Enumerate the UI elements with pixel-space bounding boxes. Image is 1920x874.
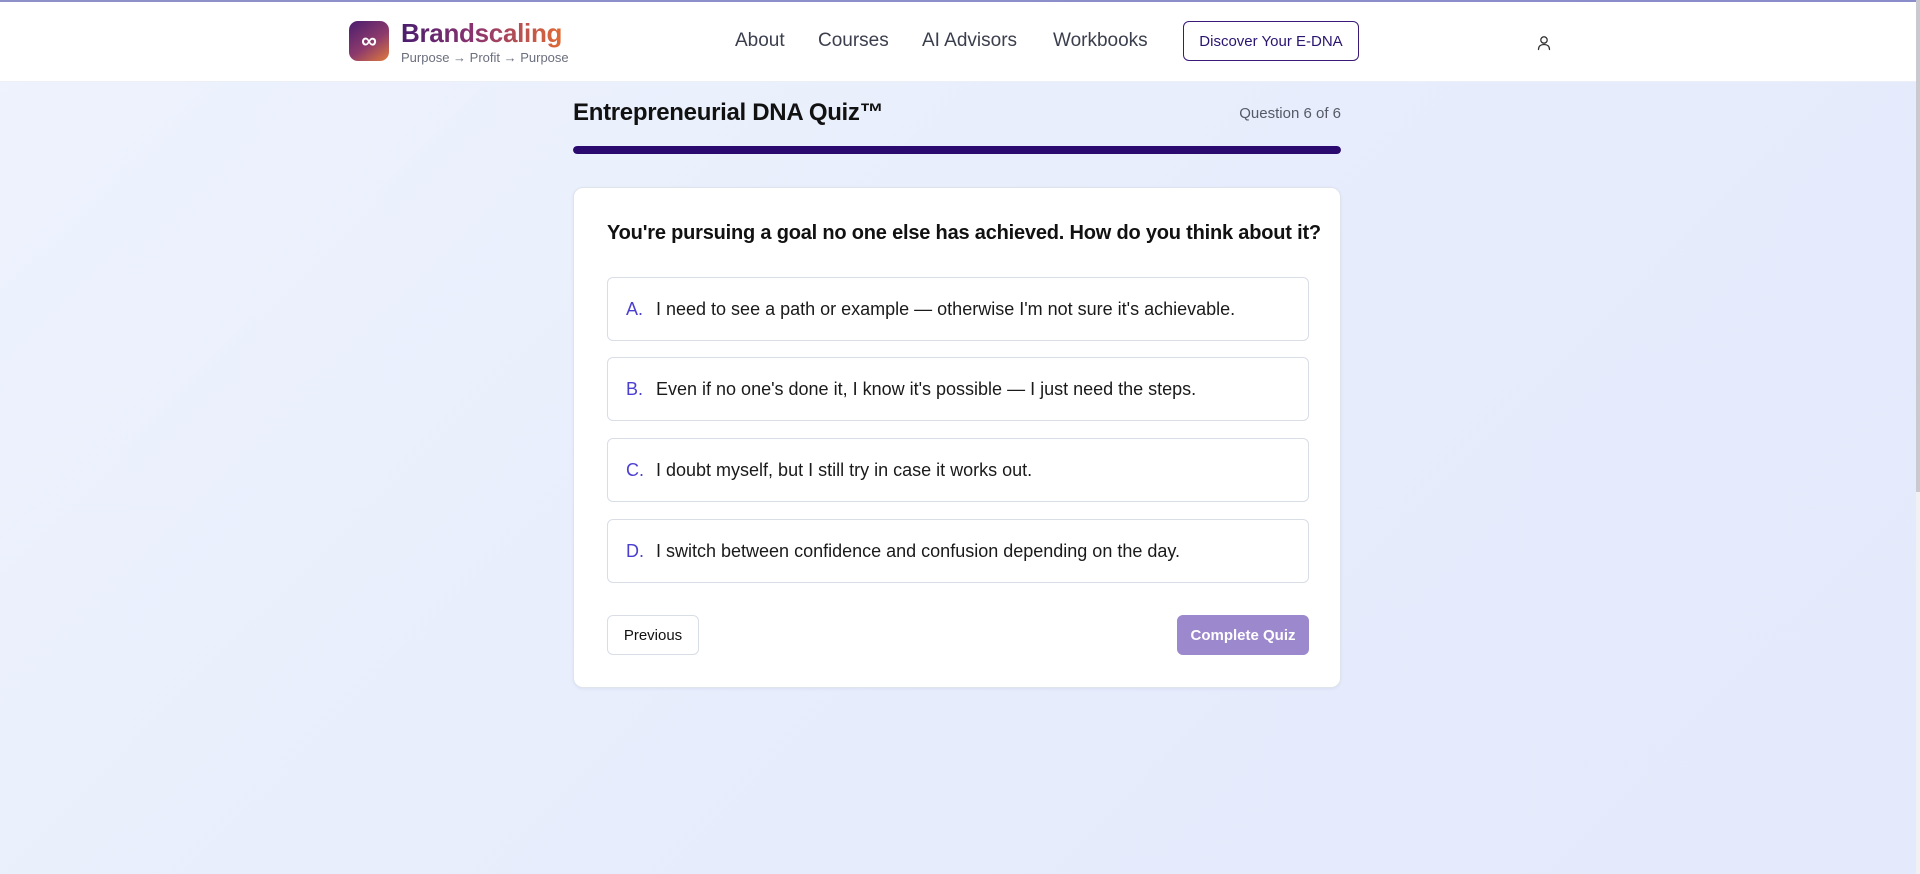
answer-option-b[interactable]: B. Even if no one's done it, I know it's… (607, 357, 1309, 421)
answer-option-a[interactable]: A. I need to see a path or example — oth… (607, 277, 1309, 341)
option-letter: A. (626, 298, 644, 319)
nav-link-courses[interactable]: Courses (818, 30, 889, 52)
quiz-title: Entrepreneurial DNA Quiz™ (573, 99, 884, 126)
brand-name[interactable]: Brandscaling (401, 18, 562, 49)
option-text: Even if no one's done it, I know it's po… (656, 378, 1197, 399)
option-text: I need to see a path or example — otherw… (656, 298, 1236, 319)
progress-bar (573, 146, 1341, 154)
option-text: I switch between confidence and confusio… (656, 540, 1181, 561)
user-icon[interactable] (1535, 34, 1553, 52)
answer-option-d[interactable]: D. I switch between confidence and confu… (607, 519, 1309, 583)
option-letter: B. (626, 378, 644, 399)
nav-link-about[interactable]: About (735, 30, 785, 52)
infinity-icon: ∞ (361, 28, 377, 53)
complete-quiz-button[interactable]: Complete Quiz (1177, 615, 1309, 655)
brand-tagline: Purpose → Profit → Purpose (401, 50, 569, 65)
logo-icon[interactable]: ∞ (349, 21, 389, 61)
previous-button[interactable]: Previous (607, 615, 699, 655)
question-card: You're pursuing a goal no one else has a… (573, 187, 1341, 688)
answer-option-c[interactable]: C. I doubt myself, but I still try in ca… (607, 438, 1309, 502)
site-header: ∞ Brandscaling Purpose → Profit → Purpos… (0, 2, 1916, 82)
scrollbar-thumb[interactable] (1916, 0, 1920, 492)
question-text: You're pursuing a goal no one else has a… (607, 222, 1321, 244)
progress-fill (573, 146, 1341, 154)
option-text: I doubt myself, but I still try in case … (656, 459, 1033, 480)
option-letter: C. (626, 459, 644, 480)
nav-link-workbooks[interactable]: Workbooks (1053, 30, 1148, 52)
discover-edna-button[interactable]: Discover Your E-DNA (1183, 21, 1359, 61)
nav-link-ai-advisors[interactable]: AI Advisors (922, 30, 1017, 52)
question-counter: Question 6 of 6 (1239, 105, 1341, 122)
option-letter: D. (626, 540, 644, 561)
